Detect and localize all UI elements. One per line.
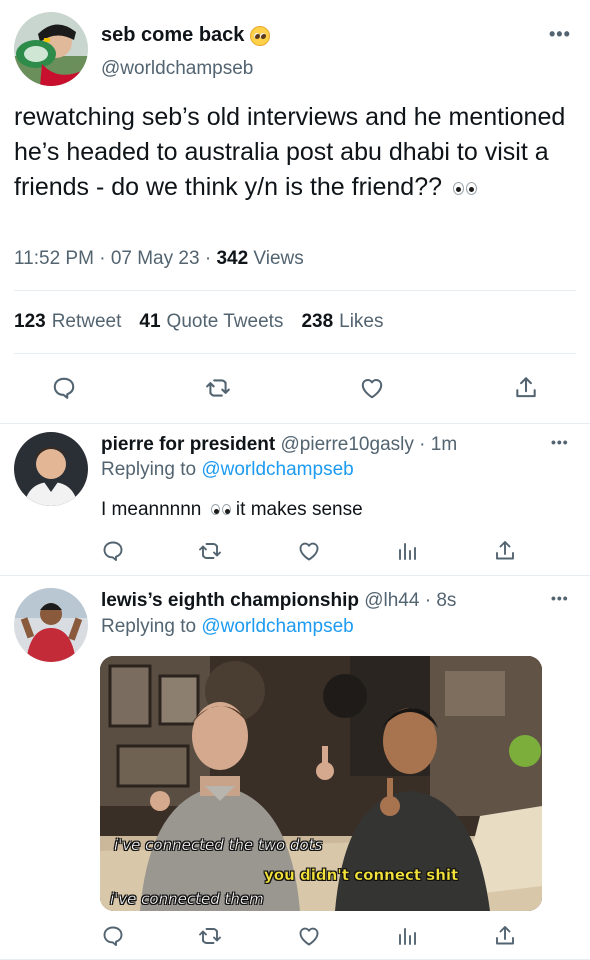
retweet-button[interactable] [203,373,233,403]
reply-icon [103,926,123,946]
reply-button[interactable] [49,373,79,403]
display-name[interactable]: lewis’s eighth championship [101,590,359,611]
quotes-stat[interactable]: 41 Quote Tweets [139,311,283,333]
reply-icon [103,541,123,561]
media-image[interactable]: i've connected the two dots you didn't c… [100,656,542,911]
reply-time: 1m [430,434,458,455]
views-label: Views [253,248,304,269]
reply-time: 8s [436,590,457,611]
tweet-text: rewatching seb’s old interviews and he m… [14,100,574,205]
likes-count: 238 [301,311,334,332]
handle[interactable]: @pierre10gasly [281,434,414,455]
meme-caption: i've connected the two dots [114,836,323,854]
handle[interactable]: @lh44 [364,590,419,611]
analytics-button[interactable] [392,536,422,566]
retweet-icon [199,543,221,559]
reply-button[interactable] [98,921,128,951]
like-icon [299,927,319,946]
retweets-stat[interactable]: 123 Retweet [14,311,121,333]
share-button[interactable] [490,921,520,951]
quotes-label: Quote Tweets [166,311,284,332]
reply-tweet[interactable]: pierre for president @pierre10gasly · 1m… [0,424,590,576]
like-icon [361,378,383,399]
analytics-icon [399,928,416,945]
retweet-icon [199,928,221,944]
share-icon [496,926,514,945]
meme-caption: you didn't connect shit [264,866,459,884]
like-button[interactable] [294,921,324,951]
more-options-icon[interactable]: ••• [551,590,569,606]
divider [14,353,576,354]
retweets-count: 123 [14,311,46,332]
like-icon [299,542,319,561]
display-name[interactable]: pierre for president [101,434,275,455]
share-icon [496,541,514,560]
share-button[interactable] [511,373,541,403]
handle[interactable]: @worldchampseb [101,58,253,80]
main-tweet: seb come back @worldchampseb ••• rewatch… [0,0,590,424]
reply-button[interactable] [98,536,128,566]
reply-text: I meannnnn it makes sense [101,499,363,521]
share-icon [516,377,536,398]
time-separator: · [419,590,437,611]
meme-caption: i've connected them [110,890,264,908]
tweet-date: 07 May 23 [110,248,200,269]
share-button[interactable] [490,536,520,566]
reply-header: pierre for president @pierre10gasly · 1m [101,434,457,456]
replying-to: Replying to @worldchampseb [101,459,354,481]
retweets-label: Retweet [51,311,122,332]
views-count: 342 [216,248,249,269]
replying-to-label: Replying to [101,459,197,480]
retweet-button[interactable] [195,536,225,566]
likes-label: Likes [339,311,384,332]
analytics-icon [399,543,416,560]
display-name-text: seb come back [101,24,245,46]
like-button[interactable] [357,373,387,403]
tweet-meta: 11:52 PM · 07 May 23 · 342 Views [14,248,304,270]
retweet-icon [206,379,230,397]
avatar[interactable] [14,588,88,662]
reply-text-after: it makes sense [235,499,363,520]
tweet-time: 11:52 PM [14,248,94,269]
avatar[interactable] [14,432,88,506]
display-name[interactable]: seb come back [101,24,271,47]
replying-to-handle[interactable]: @worldchampseb [201,459,353,480]
like-button[interactable] [294,536,324,566]
analytics-button[interactable] [392,921,422,951]
reply-text-before: I meannnnn [101,499,202,520]
eyes-emoji-icon [210,504,231,516]
meta-separator: · [204,248,217,269]
divider [14,290,576,291]
tweet-text-body: rewatching seb’s old interviews and he m… [14,103,566,201]
engagement-stats: 123 Retweet 41 Quote Tweets 238 Likes [14,311,384,333]
avatar[interactable] [14,12,88,86]
more-options-icon[interactable]: ••• [551,434,569,450]
replying-to-label: Replying to [101,616,197,637]
time-separator: · [413,434,431,455]
reply-header: lewis’s eighth championship @lh44 · 8s [101,590,456,612]
replying-to-handle[interactable]: @worldchampseb [201,616,353,637]
reply-icon [53,377,75,399]
likes-stat[interactable]: 238 Likes [301,311,383,333]
quotes-count: 41 [139,311,161,332]
pleading-face-emoji-icon [250,25,271,46]
eyes-emoji-icon [452,181,477,195]
more-options-icon[interactable]: ••• [549,24,571,45]
retweet-button[interactable] [195,921,225,951]
replying-to: Replying to @worldchampseb [101,616,354,638]
meta-separator: · [99,248,111,269]
